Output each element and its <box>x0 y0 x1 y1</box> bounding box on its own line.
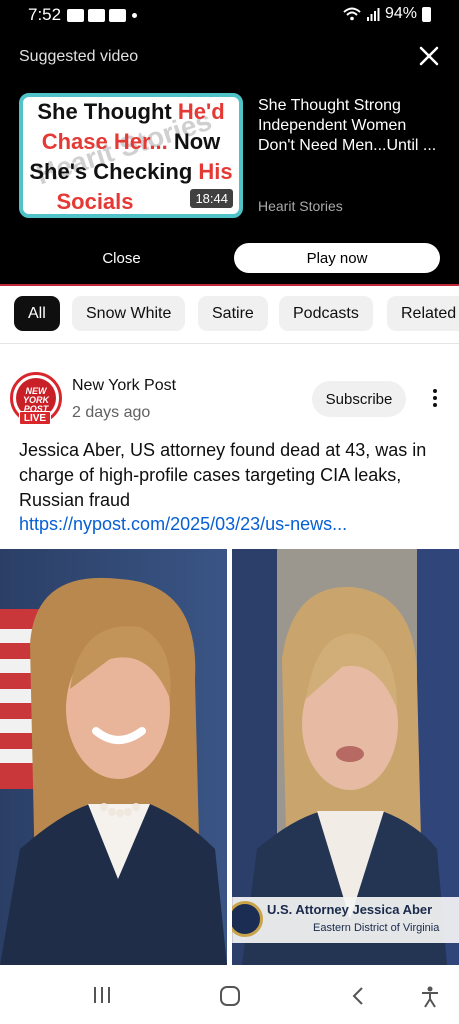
video-thumbnail[interactable]: Hearit Stories She Thought He'd Chase He… <box>19 93 243 218</box>
thumbnail-text-line: She Thought He'd <box>37 99 225 124</box>
chip-related[interactable]: Related <box>387 296 459 331</box>
accessibility-icon[interactable] <box>420 986 440 1008</box>
home-icon[interactable] <box>219 986 241 1006</box>
thumbnail-text-line: She's Checking His <box>29 159 233 184</box>
battery-icon <box>422 6 431 22</box>
post-timestamp: 2 days ago <box>72 404 151 421</box>
more-options-icon[interactable] <box>423 386 447 412</box>
wifi-icon <box>343 7 361 21</box>
chip-satire[interactable]: Satire <box>198 296 268 331</box>
post-image-right[interactable]: U.S. Attorney Jessica Aber Eastern Distr… <box>232 549 459 965</box>
suggested-video-title[interactable]: She Thought Strong Independent Women Don… <box>258 96 443 156</box>
thumbnail-text-line: Chase Her... Now <box>41 129 221 154</box>
chip-all[interactable]: All <box>14 296 60 331</box>
post-image-left[interactable] <box>0 549 227 965</box>
signal-icon <box>366 8 380 21</box>
suggested-video-panel: Suggested video Hearit Stories She Thoug… <box>0 32 459 284</box>
doj-seal-icon <box>232 901 263 937</box>
battery-percent: 94% <box>384 5 417 22</box>
thumbnail-text-line: Socials <box>56 189 134 214</box>
suggested-video-channel: Hearit Stories <box>258 198 343 214</box>
close-button[interactable]: Close <box>19 242 224 274</box>
post-channel-name[interactable]: New York Post <box>72 377 176 395</box>
play-now-button[interactable]: Play now <box>234 243 440 273</box>
recent-apps-icon[interactable] <box>92 986 112 1004</box>
chip-podcasts[interactable]: Podcasts <box>279 296 373 331</box>
status-bar: 7:52 94% <box>0 0 459 32</box>
caption-name: U.S. Attorney Jessica Aber <box>267 902 433 917</box>
post-link[interactable]: https://nypost.com/2025/03/23/us-news... <box>19 514 449 535</box>
youtube-notification-icon <box>109 9 126 22</box>
mail-notification-icon <box>67 9 84 22</box>
filter-chips: All Snow White Satire Podcasts Related <box>0 286 459 344</box>
portrait-illustration <box>0 549 227 965</box>
chip-snow-white[interactable]: Snow White <box>72 296 186 331</box>
close-icon[interactable] <box>417 44 441 68</box>
video-duration: 18:44 <box>190 189 233 208</box>
subscribe-button[interactable]: Subscribe <box>312 381 406 417</box>
suggested-header: Suggested video <box>19 48 139 65</box>
post-text: Jessica Aber, US attorney found dead at … <box>19 440 427 510</box>
live-badge: LIVE <box>19 411 51 425</box>
more-notifications-icon <box>132 13 137 18</box>
caption-district: Eastern District of Virginia <box>313 922 440 934</box>
status-time: 7:52 <box>28 5 62 24</box>
back-icon[interactable] <box>350 986 366 1006</box>
youtube-notification-icon <box>88 9 105 22</box>
image-caption-banner: U.S. Attorney Jessica Aber Eastern Distr… <box>232 897 459 943</box>
system-nav-bar <box>0 966 459 1024</box>
